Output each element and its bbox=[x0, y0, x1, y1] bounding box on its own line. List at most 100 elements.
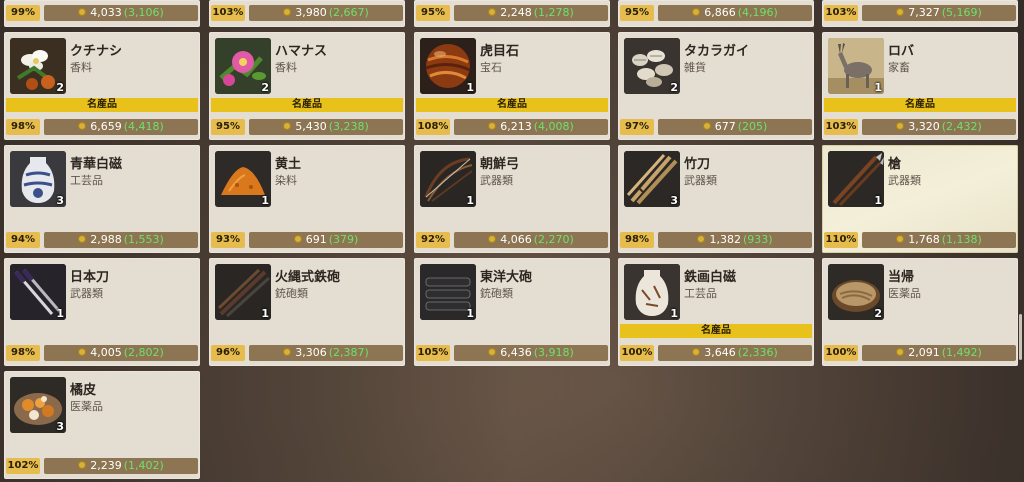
item-count: 1 bbox=[466, 81, 474, 94]
coin-icon bbox=[702, 122, 711, 130]
price-value: 5,430 bbox=[295, 120, 327, 133]
trade-card-tangerine-peel[interactable]: 3 橘皮 医薬品 102% 2,239 (1,402) bbox=[4, 371, 200, 479]
trade-card-blue-white-porcelain[interactable]: 3 青華白磁 工芸品 94% 2,988 (1,553) bbox=[4, 145, 200, 253]
item-name: 鉄画白磁 bbox=[684, 270, 737, 285]
specialty-banner: 名産品 bbox=[416, 98, 608, 112]
base-price: (5,169) bbox=[941, 6, 982, 19]
coin-icon bbox=[896, 122, 905, 130]
price-percent-badge: 110% bbox=[824, 232, 858, 248]
coin-icon bbox=[896, 8, 905, 16]
item-category: 香料 bbox=[70, 61, 92, 74]
price-percent-badge: 95% bbox=[416, 5, 450, 21]
price-percent-badge: 98% bbox=[6, 345, 40, 361]
item-count: 1 bbox=[466, 307, 474, 320]
scrollbar-thumb[interactable] bbox=[1019, 314, 1022, 360]
price-bar: 6,213 (4,008) bbox=[454, 119, 608, 135]
item-category: 武器類 bbox=[480, 174, 513, 187]
trade-card-spear[interactable]: 1 槍 武器類 110% 1,768 (1,138) bbox=[822, 145, 1018, 253]
price-value: 4,033 bbox=[90, 6, 122, 19]
trade-card-top-2[interactable]: 95% 2,248 (1,278) bbox=[414, 0, 610, 27]
base-price: (4,418) bbox=[123, 120, 164, 133]
specialty-banner: 名産品 bbox=[211, 98, 403, 112]
price-value: 1,382 bbox=[709, 233, 741, 246]
price-bar: 3,306 (2,387) bbox=[249, 345, 403, 361]
base-price: (4,008) bbox=[533, 120, 574, 133]
price-bar: 3,646 (2,336) bbox=[658, 345, 812, 361]
price-value: 691 bbox=[305, 233, 327, 246]
price-bar: 4,005 (2,802) bbox=[44, 345, 198, 361]
trade-card-iron-painted-porcelain[interactable]: 1 鉄画白磁 工芸品 名産品 100% 3,646 (2,336) bbox=[618, 258, 814, 366]
bow-icon: 1 bbox=[420, 151, 476, 207]
coin-icon bbox=[488, 122, 497, 130]
item-name: 当帰 bbox=[888, 270, 915, 285]
trade-card-bamboo-sword[interactable]: 3 竹刀 武器類 98% 1,382 (933) bbox=[618, 145, 814, 253]
base-price: (379) bbox=[328, 233, 359, 246]
coin-icon bbox=[78, 235, 87, 243]
trade-card-korean-bow[interactable]: 1 朝鮮弓 武器類 92% 4,066 (2,270) bbox=[414, 145, 610, 253]
base-price: (1,278) bbox=[533, 6, 574, 19]
price-value: 1,768 bbox=[908, 233, 940, 246]
base-price: (1,492) bbox=[941, 346, 982, 359]
item-count: 1 bbox=[670, 307, 678, 320]
price-value: 2,239 bbox=[90, 459, 122, 472]
price-bar: 6,866 (4,196) bbox=[658, 5, 812, 21]
item-category: 銃砲類 bbox=[480, 287, 513, 300]
coin-icon bbox=[692, 8, 701, 16]
trade-card-eastern-cannon[interactable]: 1 東洋大砲 銃砲類 105% 6,436 (3,918) bbox=[414, 258, 610, 366]
coin-icon bbox=[488, 8, 497, 16]
price-percent-badge: 94% bbox=[6, 232, 40, 248]
trade-card-top-0[interactable]: 99% 4,033 (3,106) bbox=[4, 0, 200, 27]
price-percent-badge: 103% bbox=[824, 119, 858, 135]
trade-card-tigers-eye[interactable]: 1 虎目石 宝石 名産品 108% 6,213 (4,008) bbox=[414, 32, 610, 140]
base-price: (1,138) bbox=[941, 233, 982, 246]
coin-icon bbox=[78, 348, 87, 356]
price-percent-badge: 95% bbox=[211, 119, 245, 135]
price-percent-badge: 108% bbox=[416, 119, 450, 135]
price-percent-badge: 102% bbox=[6, 458, 40, 474]
item-category: 医薬品 bbox=[70, 400, 103, 413]
trade-card-top-1[interactable]: 103% 3,980 (2,667) bbox=[209, 0, 405, 27]
trade-card-angelica[interactable]: 2 当帰 医薬品 100% 2,091 (1,492) bbox=[822, 258, 1018, 366]
base-price: (4,196) bbox=[737, 6, 778, 19]
trade-card-top-3[interactable]: 95% 6,866 (4,196) bbox=[618, 0, 814, 27]
item-name: ロバ bbox=[888, 44, 915, 59]
porcelain-vase-icon: 3 bbox=[10, 151, 66, 207]
price-percent-badge: 95% bbox=[620, 5, 654, 21]
price-value: 3,980 bbox=[295, 6, 327, 19]
price-bar: 1,768 (1,138) bbox=[862, 232, 1016, 248]
trade-card-donkey[interactable]: 1 ロバ 家畜 名産品 103% 3,320 (2,432) bbox=[822, 32, 1018, 140]
item-count: 2 bbox=[670, 81, 678, 94]
price-bar: 677 (205) bbox=[658, 119, 812, 135]
price-percent-badge: 99% bbox=[6, 5, 40, 21]
trade-card-top-4[interactable]: 103% 7,327 (5,169) bbox=[822, 0, 1018, 27]
item-count: 1 bbox=[261, 307, 269, 320]
item-count: 1 bbox=[874, 194, 882, 207]
price-value: 6,866 bbox=[704, 6, 736, 19]
price-bar: 4,066 (2,270) bbox=[454, 232, 608, 248]
trade-card-matchlock[interactable]: 1 火縄式鉄砲 銃砲類 96% 3,306 (2,387) bbox=[209, 258, 405, 366]
item-name: ハマナス bbox=[275, 44, 328, 59]
item-category: 染料 bbox=[275, 174, 297, 187]
price-bar: 2,239 (1,402) bbox=[44, 458, 198, 474]
coin-icon bbox=[697, 235, 706, 243]
coin-icon bbox=[78, 461, 87, 469]
trade-card-ochre[interactable]: 1 黄土 染料 93% 691 (379) bbox=[209, 145, 405, 253]
price-bar: 5,430 (3,238) bbox=[249, 119, 403, 135]
trade-card-katana[interactable]: 1 日本刀 武器類 98% 4,005 (2,802) bbox=[4, 258, 200, 366]
item-category: 銃砲類 bbox=[275, 287, 308, 300]
trade-card-cowrie[interactable]: 2 タカラガイ 雑貨 97% 677 (205) bbox=[618, 32, 814, 140]
trade-card-rose[interactable]: 2 ハマナス 香料 名産品 95% 5,430 (3,238) bbox=[209, 32, 405, 140]
item-count: 1 bbox=[874, 81, 882, 94]
price-value: 4,005 bbox=[90, 346, 122, 359]
item-category: 工芸品 bbox=[684, 287, 717, 300]
item-name: 槍 bbox=[888, 157, 902, 172]
item-count: 3 bbox=[56, 420, 64, 433]
price-percent-badge: 96% bbox=[211, 345, 245, 361]
price-bar: 2,988 (1,553) bbox=[44, 232, 198, 248]
price-percent-badge: 93% bbox=[211, 232, 245, 248]
price-bar: 2,248 (1,278) bbox=[454, 5, 608, 21]
coin-icon bbox=[78, 8, 87, 16]
trade-card-gardenia[interactable]: 2 クチナシ 香料 名産品 98% 6,659 (4,418) bbox=[4, 32, 200, 140]
base-price: (205) bbox=[737, 120, 768, 133]
katana-icon: 1 bbox=[10, 264, 66, 320]
